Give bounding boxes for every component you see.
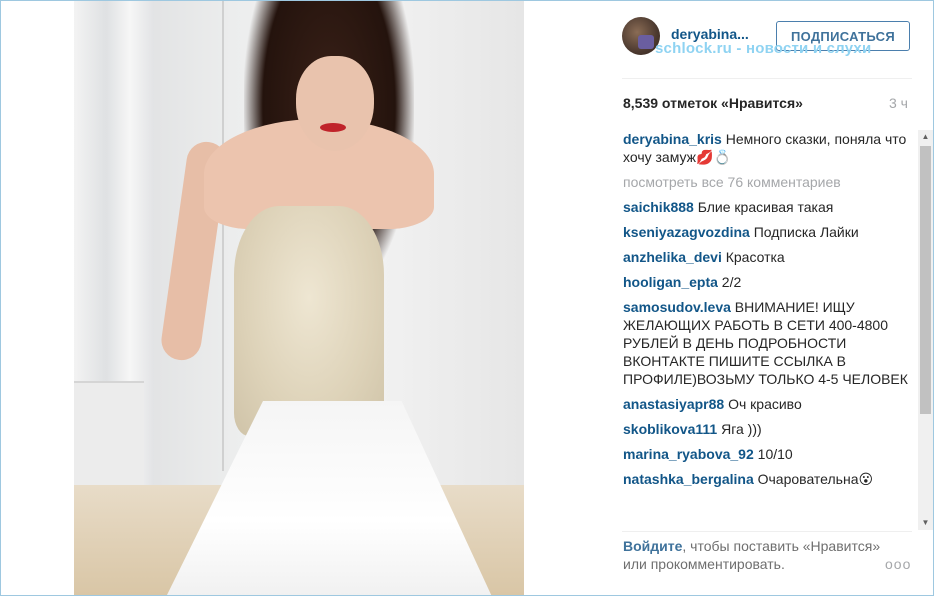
- comment-text: 2/2: [721, 274, 742, 290]
- comment-item: hooligan_epta 2/2: [623, 273, 915, 291]
- comment-author[interactable]: kseniyazagvozdina: [623, 224, 750, 240]
- comment-text: 10/10: [757, 446, 793, 462]
- comment-text: Оч красиво: [728, 396, 802, 412]
- comment-item: anastasiyapr88 Оч красиво: [623, 395, 915, 413]
- comment-author[interactable]: skoblikova111: [623, 421, 717, 437]
- comment-item: natashka_bergalina Очаровательна😮: [623, 470, 915, 488]
- comment-item: marina_ryabova_92 10/10: [623, 445, 915, 463]
- comment-author[interactable]: anzhelika_devi: [623, 249, 722, 265]
- view-all-comments-link[interactable]: посмотреть все 76 комментариев: [623, 173, 915, 191]
- comment-text: Подписка Лайки: [753, 224, 859, 240]
- footer-divider: [622, 531, 912, 532]
- photo-wall-edge: [222, 1, 224, 471]
- login-prompt: Войдите, чтобы поставить «Нравится» или …: [623, 537, 883, 573]
- login-link[interactable]: Войдите: [623, 538, 682, 554]
- photo-radiator: [74, 381, 144, 491]
- scroll-down-arrow-icon[interactable]: ▼: [918, 516, 933, 530]
- photo-lips: [320, 123, 346, 132]
- comment-item: samosudov.leva ВНИМАНИЕ! ИЩУ ЖЕЛАЮЩИХ РА…: [623, 298, 915, 388]
- post-photo[interactable]: [74, 1, 524, 595]
- scroll-thumb[interactable]: [920, 146, 931, 414]
- comment-author[interactable]: anastasiyapr88: [623, 396, 724, 412]
- post-time[interactable]: 3 ч: [889, 95, 908, 111]
- comments-list: deryabina_kris Немного сказки, поняла чт…: [623, 130, 915, 530]
- comment-author[interactable]: natashka_bergalina: [623, 471, 754, 487]
- comment-text: Блие красивая такая: [697, 199, 834, 215]
- comment-author[interactable]: samosudov.leva: [623, 299, 731, 315]
- comment-author[interactable]: marina_ryabova_92: [623, 446, 754, 462]
- comments-scrollbar[interactable]: ▲ ▼: [918, 130, 933, 530]
- caption: deryabina_kris Немного сказки, поняла чт…: [623, 130, 915, 166]
- comment-text: Яга ))): [721, 421, 762, 437]
- caption-author[interactable]: deryabina_kris: [623, 131, 722, 147]
- comment-item: anzhelika_devi Красотка: [623, 248, 915, 266]
- comment-item: kseniyazagvozdina Подписка Лайки: [623, 223, 915, 241]
- comment-author[interactable]: hooligan_epta: [623, 274, 718, 290]
- comment-text: Очаровательна😮: [757, 471, 874, 487]
- comment-item: skoblikova111 Яга ))): [623, 420, 915, 438]
- site-watermark: schlock.ru - новости и слухи: [655, 40, 872, 57]
- likes-count[interactable]: 8,539 отметок «Нравится»: [623, 95, 803, 111]
- header-divider: [622, 78, 912, 79]
- photo-face: [296, 56, 374, 151]
- comment-text: Красотка: [725, 249, 785, 265]
- comment-author[interactable]: saichik888: [623, 199, 694, 215]
- more-options-icon[interactable]: ооо: [885, 556, 911, 572]
- comment-item: saichik888 Блие красивая такая: [623, 198, 915, 216]
- scroll-up-arrow-icon[interactable]: ▲: [918, 130, 933, 144]
